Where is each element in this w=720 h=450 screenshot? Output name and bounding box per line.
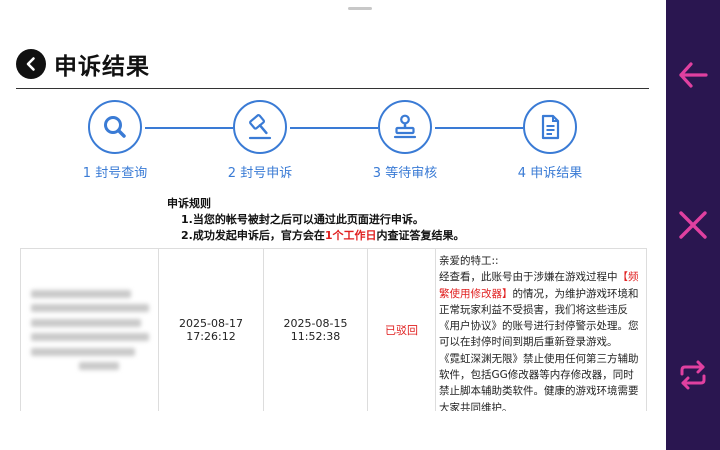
rules-item-2: 2.成功发起申诉后，官方会在1个工作日内查证答复结果。 [167, 228, 465, 244]
reply-text: 经查看，此账号由于涉嫌在游戏过程中 [439, 271, 618, 284]
rules-highlight: 1个工作日 [324, 229, 377, 242]
submit-time-cell: 2025-08-17 17:26:12 [159, 249, 264, 411]
header-divider [16, 88, 649, 89]
status-cell: 已驳回 [368, 249, 436, 411]
rules-item-1: 1.当您的帐号被封之后可以通过此页面进行申诉。 [181, 213, 424, 226]
rules-title: 申诉规则 [167, 197, 211, 210]
reply-paragraph-1: 经查看，此账号由于涉嫌在游戏过程中【频繁使用修改器】的情况，为维护游戏环境和正常… [439, 269, 643, 350]
step-3-label: 3 等待审核 [372, 166, 438, 181]
ban-time: 11:52:38 [290, 330, 341, 343]
back-button[interactable] [16, 49, 46, 79]
appeal-rules: 申诉规则 1.当您的帐号被封之后可以通过此页面进行申诉。 2.成功发起申诉后，官… [167, 196, 465, 244]
step-2-circle [233, 100, 287, 154]
back-arrow-icon [679, 62, 708, 88]
rules-item-2-tail: 内查证答复结果。 [376, 229, 465, 242]
right-sidebar [666, 0, 720, 450]
appeal-record-table: 2025-08-17 17:26:12 2025-08-15 11:52:38 已驳… [20, 248, 647, 411]
ban-time-cell: 2025-08-15 11:52:38 [264, 249, 368, 411]
submit-date: 2025-08-17 [179, 317, 243, 330]
document-icon [541, 114, 560, 140]
reply-paragraph-2: 《霓虹深渊无限》禁止使用任何第三方辅助软件，包括GG修改器等内存修改器，同时禁止… [439, 352, 639, 411]
main-panel: 申诉结果 1 封号查询 2 封号申诉 3 等待审核 4 申诉结果 申诉规则 1.… [0, 0, 666, 450]
account-info-cell [21, 249, 159, 411]
header: 申诉结果 [16, 46, 150, 82]
drag-handle[interactable] [348, 7, 372, 10]
stamp-icon [393, 114, 417, 139]
submit-time: 17:26:12 [186, 330, 236, 343]
ban-date: 2025-08-15 [283, 317, 348, 330]
step-3-circle [378, 100, 432, 154]
reply-message-cell[interactable]: 亲爱的特工:: 经查看，此账号由于涉嫌在游戏过程中【频繁使用修改器】的情况，为维… [436, 249, 647, 411]
step-1-circle [88, 100, 142, 154]
step-connector [145, 127, 233, 129]
step-4-circle [523, 100, 577, 154]
close-icon [679, 211, 707, 239]
rules-item-2-text: 2.成功发起申诉后，官方会在 [181, 229, 325, 242]
page-title: 申诉结果 [54, 54, 150, 80]
back-arrow-button[interactable] [666, 48, 720, 102]
gavel-icon [248, 114, 272, 140]
switch-button[interactable] [666, 348, 720, 402]
close-button[interactable] [666, 198, 720, 252]
step-2-label: 2 封号申诉 [227, 166, 293, 181]
progress-steps: 1 封号查询 2 封号申诉 3 等待审核 4 申诉结果 [0, 100, 666, 185]
chevron-left-icon [26, 57, 35, 71]
switch-icon [680, 360, 706, 390]
step-4-label: 4 申诉结果 [517, 166, 583, 181]
step-1-label: 1 封号查询 [82, 166, 148, 181]
step-connector [290, 127, 378, 129]
search-icon [104, 116, 126, 138]
step-connector [435, 127, 523, 129]
blurred-account-info [30, 290, 149, 370]
status-badge: 已驳回 [385, 324, 418, 337]
reply-greeting: 亲爱的特工:: [439, 255, 499, 267]
